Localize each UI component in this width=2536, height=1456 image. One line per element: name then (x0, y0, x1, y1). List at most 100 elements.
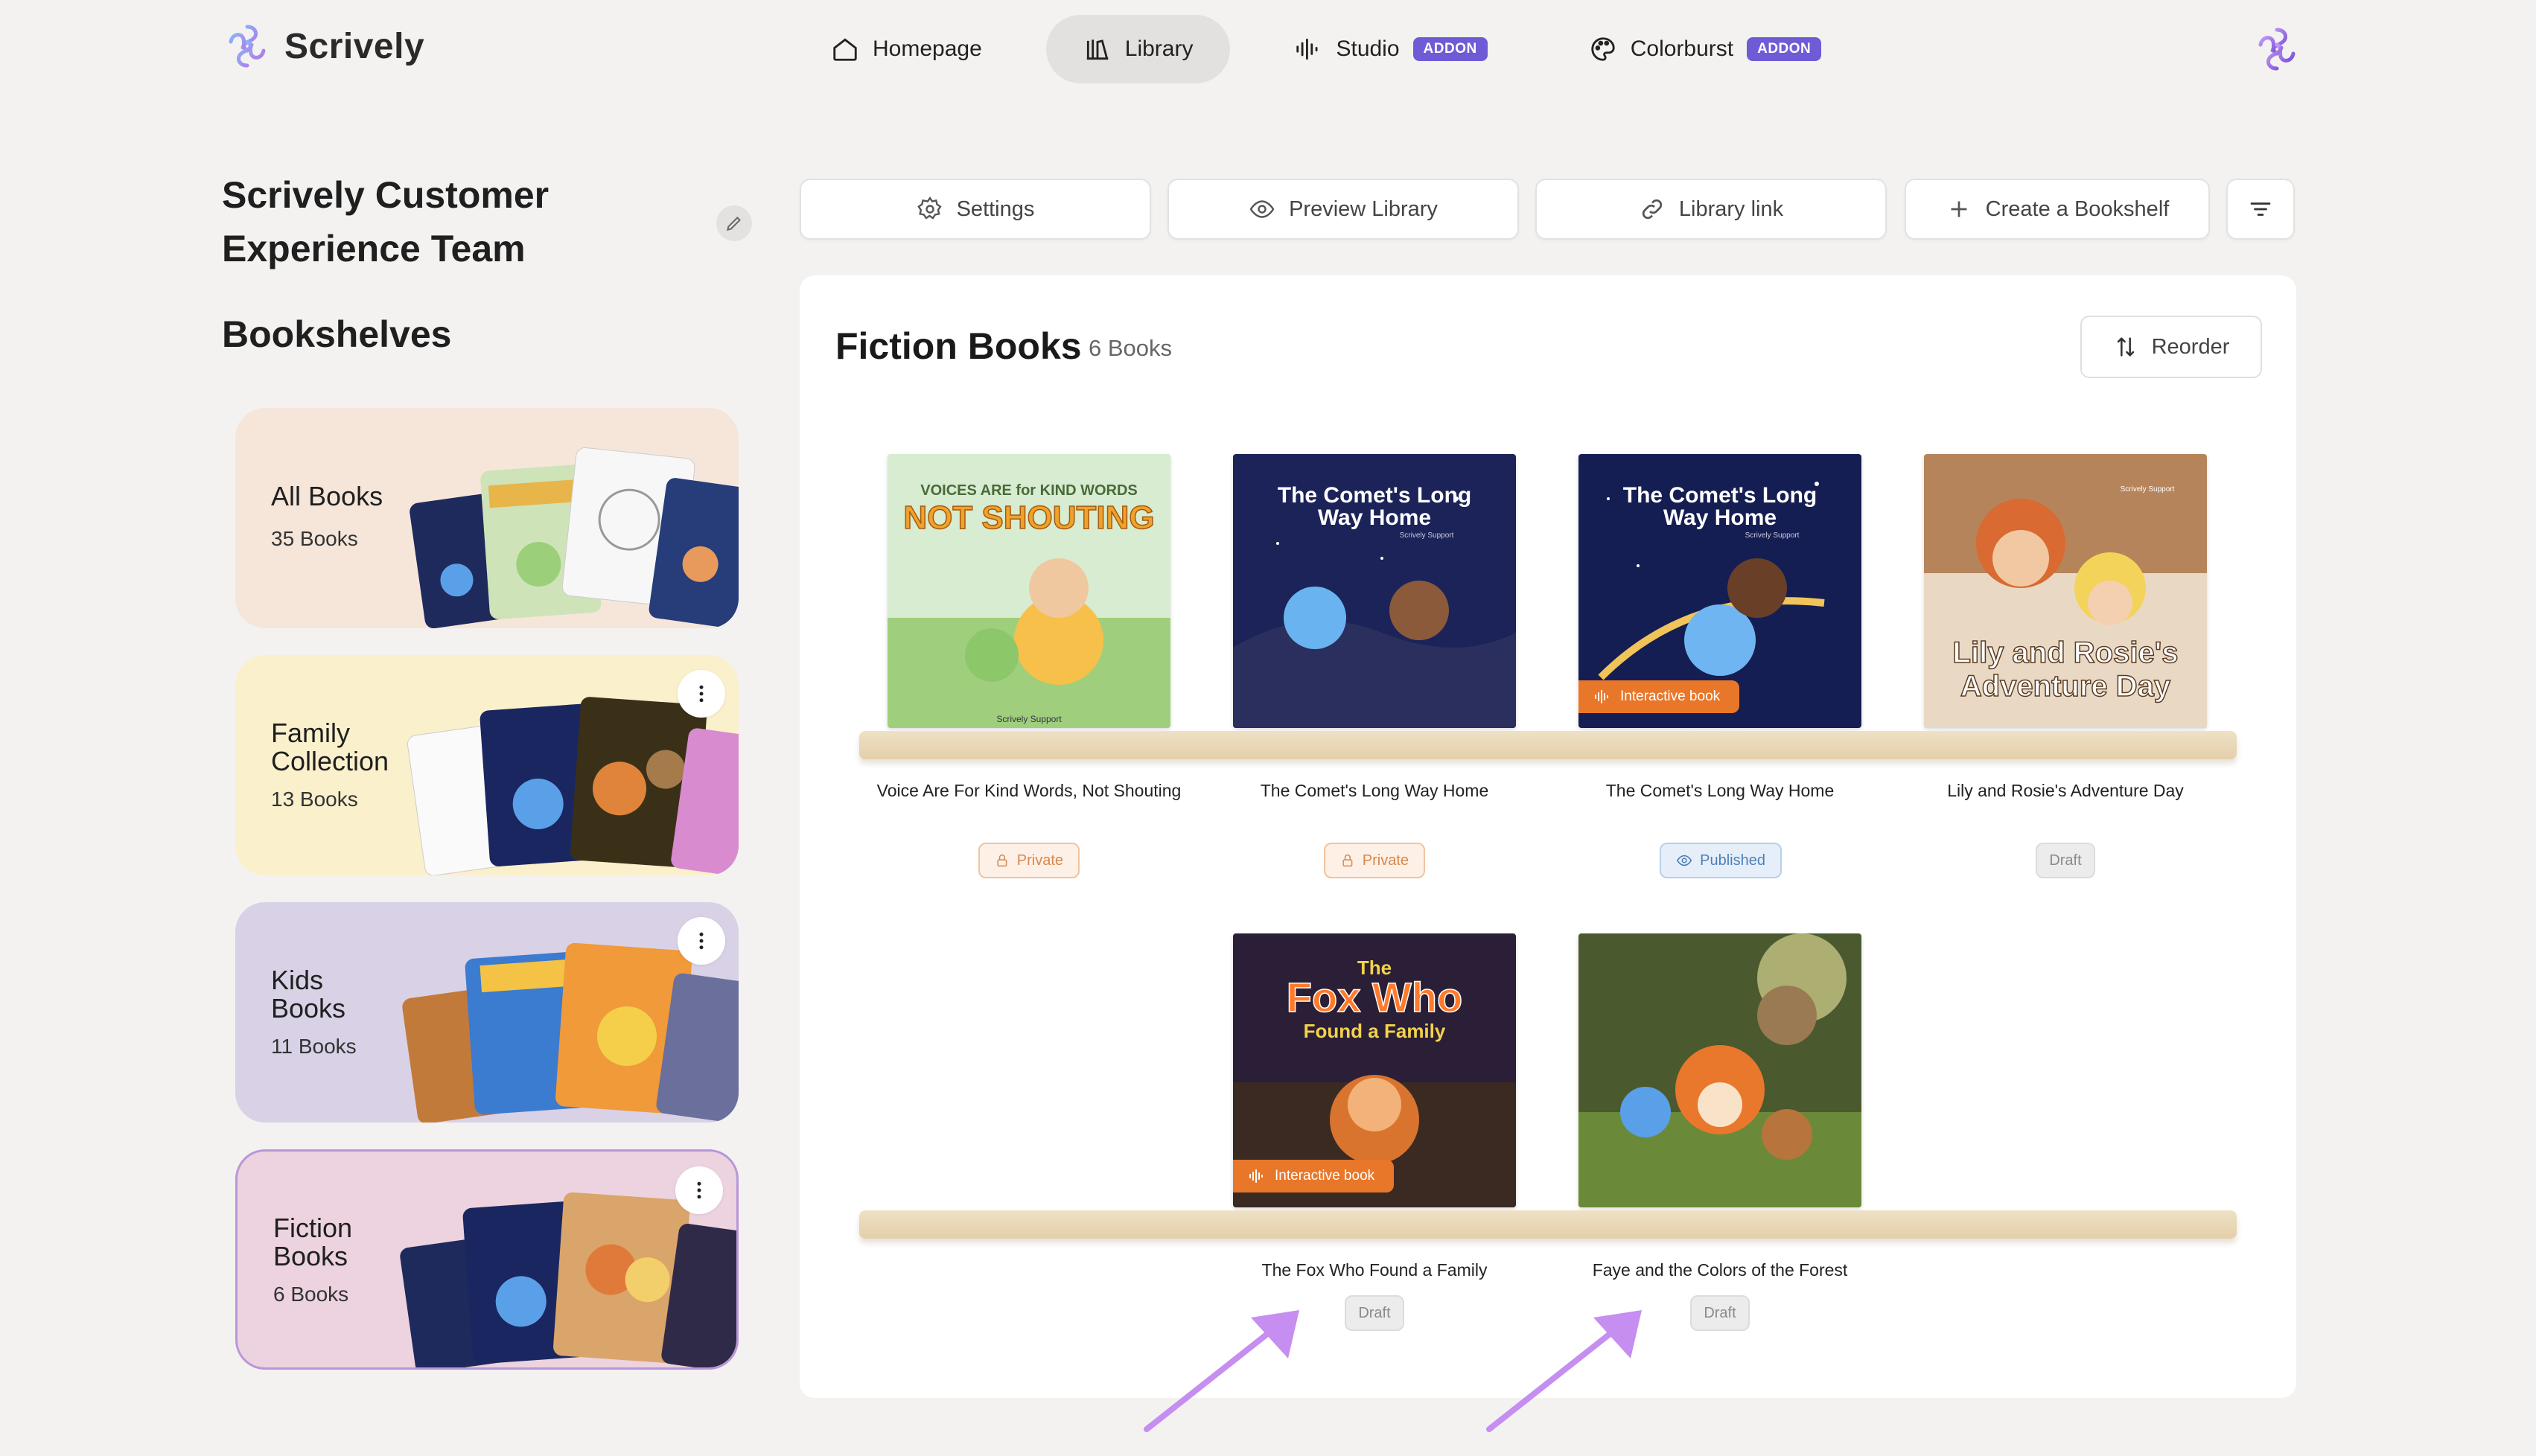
book-cover[interactable]: The Fox Who Found a Family Interactive b… (1233, 933, 1516, 1207)
create-bookshelf-label: Create a Bookshelf (1985, 197, 2170, 221)
filter-button[interactable] (2226, 179, 2295, 240)
shelf-plank (859, 731, 2237, 759)
lock-icon (997, 854, 1007, 867)
nav-homepage[interactable]: Homepage (794, 15, 1019, 83)
edit-team-button[interactable] (716, 205, 752, 241)
library-icon (1086, 39, 1109, 60)
shelf-card-all-books[interactable]: All Books 35 Books (235, 408, 739, 628)
svg-text:Way Home: Way Home (1663, 505, 1777, 530)
shelf-card-count: 6 Books (273, 1283, 349, 1306)
book-cover-art: The Comet's Long Way Home Scrively Suppo… (1233, 454, 1516, 728)
shelf-menu-button[interactable] (678, 670, 725, 718)
create-bookshelf-button[interactable]: Create a Bookshelf (1905, 179, 2210, 240)
pencil-icon (726, 217, 741, 232)
svg-text:NOT SHOUTING: NOT SHOUTING (903, 499, 1154, 536)
eye-icon (1249, 200, 1275, 218)
addon-badge: ADDON (1412, 37, 1488, 61)
shelf-card-fiction-books[interactable]: Fiction Books 6 Books (235, 1149, 739, 1370)
annotation-arrow-icon (1144, 1310, 1299, 1432)
nav-colorburst-label: Colorburst (1630, 36, 1734, 61)
svg-text:Scrively Support: Scrively Support (2121, 485, 2175, 494)
shelf-card-count: 11 Books (271, 1035, 357, 1058)
svg-text:The Comet's Long: The Comet's Long (1278, 483, 1471, 508)
lock-icon (1342, 854, 1353, 867)
reorder-button[interactable]: Reorder (2080, 316, 2262, 378)
status-badge: Private (978, 843, 1080, 878)
interactive-book-label: Interactive book (1620, 689, 1721, 704)
shelf-thumbnails (407, 697, 739, 875)
home-icon (833, 38, 857, 61)
book-cover-art (1578, 933, 1861, 1207)
more-vertical-icon (699, 685, 704, 703)
interactive-book-badge: Interactive book (1578, 680, 1740, 713)
book-cover[interactable]: Lily and Rosie's Adventure Day Scrively … (1924, 454, 2207, 728)
book-title: Faye and the Colors of the Forest (1592, 1260, 1848, 1280)
audio-wave-icon (1249, 1169, 1263, 1183)
shelf-thumbnails (410, 447, 739, 628)
nav-library-label: Library (1124, 36, 1194, 61)
book-cover[interactable] (1578, 933, 1861, 1207)
shelf-plank (859, 1210, 2237, 1239)
more-vertical-icon (697, 1181, 701, 1199)
shelf-card-kids-books[interactable]: Kids Books 11 Books (235, 902, 739, 1123)
nav-studio[interactable]: Studio ADDON (1257, 15, 1524, 83)
book-title: The Fox Who Found a Family (1261, 1260, 1488, 1280)
book-title: Voice Are For Kind Words, Not Shouting (876, 781, 1182, 800)
library-link-button[interactable]: Library link (1535, 179, 1887, 240)
nav-homepage-label: Homepage (873, 36, 982, 61)
svg-text:Scrively Support: Scrively Support (1745, 531, 1800, 540)
filter-icon (2250, 202, 2271, 216)
nav-studio-label: Studio (1336, 36, 1400, 61)
shelf-thumbnails (400, 1192, 736, 1367)
book-cover[interactable]: The Comet's Long Way Home Scrively Suppo… (1578, 454, 1861, 728)
app-name: Scrively (284, 26, 425, 66)
shelf-menu-button[interactable] (678, 917, 725, 965)
svg-text:Adventure Day: Adventure Day (1960, 670, 2171, 703)
team-name: Scrively Customer Experience Team (222, 174, 549, 269)
gear-icon (917, 196, 942, 220)
bookshelves-heading: Bookshelves (222, 313, 452, 355)
interactive-book-badge: Interactive book (1233, 1160, 1395, 1192)
book-cover[interactable]: VOICES ARE for KIND WORDS NOT SHOUTING S… (888, 454, 1170, 728)
main-nav: Homepage Library Studio ADDON Colorburst… (794, 15, 1858, 83)
svg-text:Scrively Support: Scrively Support (1400, 531, 1454, 540)
sort-arrows-icon (2117, 337, 2134, 357)
preview-library-button[interactable]: Preview Library (1167, 179, 1519, 240)
shelf-menu-button[interactable] (675, 1166, 723, 1214)
app-logo[interactable]: Scrively (223, 22, 424, 70)
library-link-label: Library link (1678, 197, 1784, 221)
shelf-title: Fiction Books (835, 325, 1082, 367)
annotation-arrow-icon (1486, 1310, 1642, 1432)
audio-wave-icon (1296, 38, 1318, 60)
svg-text:Way Home: Way Home (1318, 505, 1431, 530)
link-icon (1642, 199, 1662, 220)
settings-label: Settings (956, 197, 1035, 221)
status-badge: Draft (1690, 1295, 1750, 1331)
status-badge: Published (1660, 843, 1782, 878)
more-vertical-icon (699, 932, 704, 950)
audio-wave-icon (1595, 690, 1608, 703)
status-badge: Draft (1345, 1295, 1404, 1331)
svg-text:Lily and Rosie's: Lily and Rosie's (1953, 636, 2179, 669)
book-title: Lily and Rosie's Adventure Day (1947, 781, 2184, 800)
shelf-card-name: Kids Books (271, 965, 346, 1024)
plus-icon (1951, 201, 1967, 217)
eye-icon (1676, 855, 1692, 866)
book-title: The Comet's Long Way Home (1605, 781, 1835, 800)
svg-text:Found a Family: Found a Family (1304, 1020, 1446, 1042)
book-cover[interactable]: The Comet's Long Way Home Scrively Suppo… (1233, 454, 1516, 728)
shelf-card-family-collection[interactable]: Family Collection 13 Books (235, 655, 739, 875)
svg-text:Scrively Support: Scrively Support (996, 714, 1062, 724)
settings-button[interactable]: Settings (800, 179, 1151, 240)
reorder-label: Reorder (2151, 334, 2230, 359)
profile-logo-icon[interactable] (2253, 25, 2301, 73)
svg-text:Fox Who: Fox Who (1287, 974, 1462, 1021)
shelf-card-name: Family Collection (271, 718, 389, 776)
nav-colorburst[interactable]: Colorburst ADDON (1552, 15, 1859, 83)
interactive-book-label: Interactive book (1275, 1168, 1375, 1184)
book-cover-art: Lily and Rosie's Adventure Day Scrively … (1924, 454, 2207, 728)
palette-icon (1591, 37, 1615, 61)
nav-library[interactable]: Library (1045, 15, 1231, 83)
shelf-thumbnails (402, 942, 739, 1123)
shelf-card-count: 13 Books (271, 788, 358, 811)
